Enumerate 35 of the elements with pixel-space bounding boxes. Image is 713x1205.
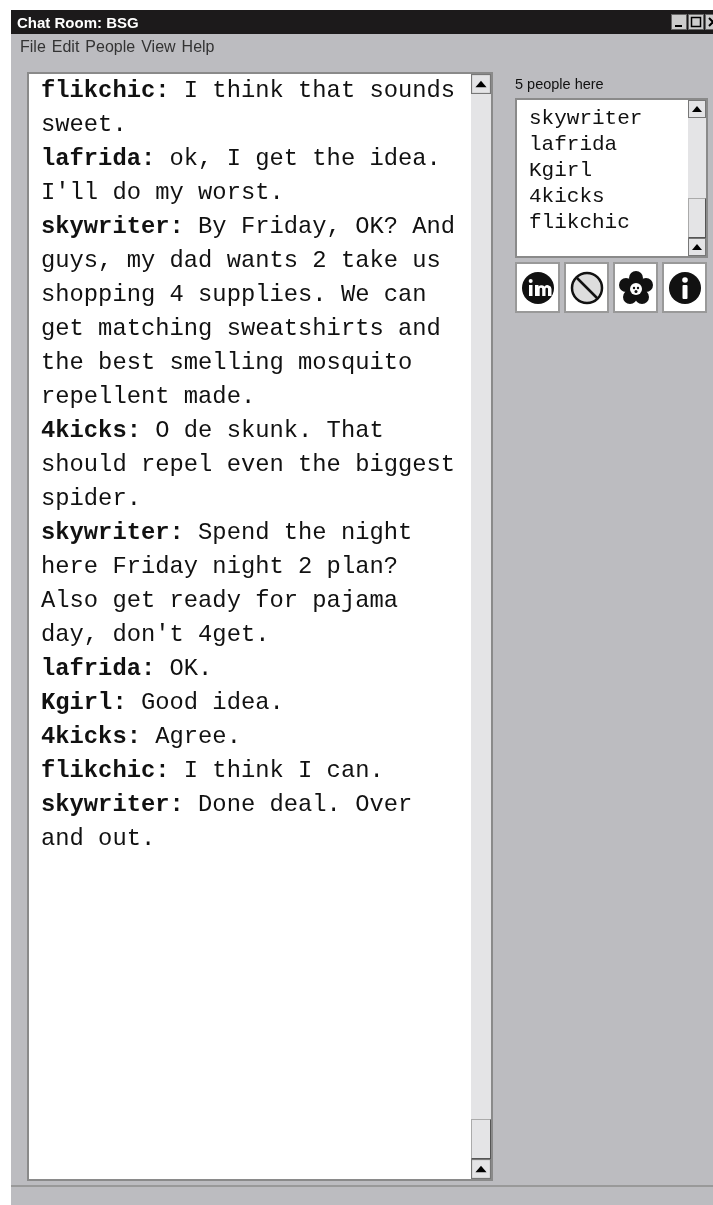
chat-message: flikchic: I think I can. [41,756,385,786]
scrollbar[interactable] [688,100,706,256]
chat-message: lafrida: ok, I get the idea. I'll do my worst. [41,144,442,208]
chat-message: skywriter: Done deal. Over and out. [41,790,414,854]
person-name[interactable]: Kgirl [529,158,592,184]
flower-button[interactable] [613,262,658,313]
person-name[interactable]: flikchic [529,210,630,236]
window-title: Chat Room: BSG [17,13,139,31]
chat-message: lafrida: OK. [41,654,214,684]
person-name[interactable]: lafrida [529,132,618,158]
minimize-icon[interactable] [671,14,687,30]
chat-message: 4kicks: Agree. [41,722,242,752]
person-name[interactable]: skywriter [529,106,643,132]
scroll-thumb[interactable] [688,198,706,238]
menu-item[interactable]: View [141,38,176,72]
chat-message: skywriter: By Friday, OK? And guys, my dad wants 2 take us shopping 4 supplies. We can get matching sweatshirts and the best smelling mosquito repellent made. [41,212,457,412]
info-button[interactable] [662,262,707,313]
scroll-thumb[interactable] [471,1119,491,1159]
chat-message: skywriter: Spend the night here Friday night 2 plan? Also get ready for pajama day, don't 4get. [41,518,414,650]
menu-item[interactable]: Edit [51,38,80,72]
chat-message: flikchic: I think that sounds sweet. [41,76,457,140]
person-name[interactable]: 4kicks [529,184,605,210]
people-count: 5 people here [515,76,605,94]
menu-item[interactable]: People [85,38,136,72]
scroll-up-icon[interactable] [471,74,491,94]
chat-message: 4kicks: O de skunk. That should repel even the biggest spider. [41,416,457,514]
scroll-up-icon[interactable] [471,1159,491,1179]
scrollbar[interactable] [471,74,491,1179]
menu-item[interactable]: Help [181,38,215,72]
scroll-up-icon[interactable] [688,100,706,118]
chat-message: Kgirl: Good idea. [41,688,285,718]
block-button[interactable] [564,262,609,313]
scroll-up-icon[interactable] [688,238,706,256]
instant-message-button[interactable] [515,262,560,313]
menu-item[interactable]: File [20,38,46,72]
